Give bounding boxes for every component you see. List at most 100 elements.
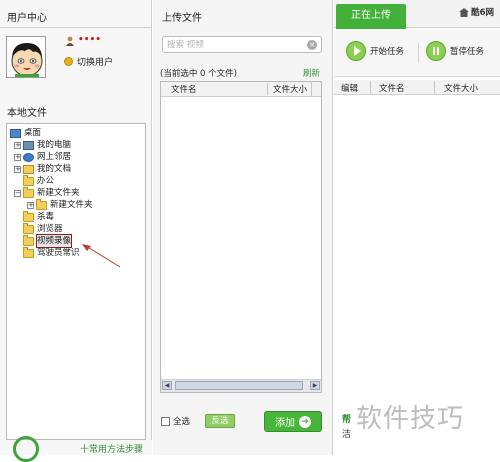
tree-node-label: 网上邻居 [37,152,72,162]
tree-node-browser[interactable]: 浏览器 [23,222,63,235]
folder-icon [23,174,34,186]
tree-node-driver-knowledge[interactable]: 驾驶员常识 [23,246,80,259]
switch-user-icon [64,56,73,66]
tree-node-network[interactable]: + 网上邻居 [14,151,71,163]
tab-uploading[interactable]: 正在上传 [336,4,406,29]
tree-node-label: 驾驶员常识 [37,248,80,258]
column-header-edit[interactable]: 编辑 [341,82,358,94]
expand-icon[interactable]: + [14,153,21,161]
tree-node-label: 视频录像 [35,234,73,248]
task-list[interactable] [334,96,500,402]
tree-node-office[interactable]: 办公 [23,174,55,187]
task-toolbar: 开始任务 暂停任务 [334,29,500,77]
bottom-caption: 十常用方法步骤 [80,445,144,455]
annotation-arrow [80,242,124,270]
refresh-link[interactable]: 刷新 [303,67,320,79]
switch-user-button[interactable]: 切换用户 [64,54,113,68]
expand-icon[interactable]: + [27,201,34,209]
brand-logo[interactable]: 酷6网 [459,5,494,19]
pause-icon [426,41,446,61]
column-divider[interactable] [311,82,312,96]
column-divider[interactable] [267,83,268,95]
folder-icon [23,234,34,246]
username: •••• [78,35,102,45]
tree-node-label: 杀毒 [37,212,55,222]
tree-node-antivirus[interactable]: 杀毒 [23,210,55,223]
column-header-filename[interactable]: 文件名 [379,82,405,94]
home-icon [459,7,470,17]
add-label: 添加 [275,418,295,429]
start-task-label: 开始任务 [370,47,405,57]
user-icon [65,36,75,46]
tree-node-my-computer[interactable]: + 我的电脑 [14,139,71,151]
column-header-filesize[interactable]: 文件大小 [444,82,478,94]
avatar[interactable] [6,36,46,78]
column-divider[interactable] [434,81,435,94]
column-divider[interactable] [370,81,371,94]
network-icon [23,152,34,162]
tree-node-label: 桌面 [24,128,42,138]
tree-node-video-recording[interactable]: 视频录像 [23,234,73,248]
select-all-checkbox[interactable]: 全选 [161,415,190,427]
tab-bar: 正在上传 酷6网 [334,0,500,29]
task-list-header: 编辑 文件名 文件大小 [334,80,500,95]
horizontal-scrollbar[interactable]: ◀ ▶ [161,379,321,392]
tree-node-label: 新建文件夹 [50,200,93,210]
circle-icon [13,436,39,462]
pause-task-label: 暂停任务 [450,47,485,57]
user-panel: 用户中心 •••• 切换用户 本地文件 桌面 + 我的电脑 + 网上邻居 + 我… [0,0,152,455]
arrow-right-icon: ➔ [299,415,311,428]
play-icon [346,41,366,61]
divider [0,27,152,28]
folder-icon [36,198,47,210]
search-box: ✕ [162,36,322,53]
folder-icon [23,186,34,198]
desktop-icon [10,128,21,138]
uploading-panel: 正在上传 酷6网 开始任务 暂停任务 编辑 文件名 文件大小 帮 洁 [334,0,500,455]
tree-node-desktop[interactable]: 桌面 [10,127,41,139]
start-task-button[interactable]: 开始任务 [346,41,404,61]
computer-icon [23,140,34,150]
column-header-filesize[interactable]: 文件大小 [273,83,307,95]
tree-node-label: 我的文档 [37,164,72,174]
tree-node-my-documents[interactable]: + 我的文档 [14,163,71,175]
file-list-header: 文件名 文件大小 [161,82,321,97]
watermark: 软件技巧 [356,404,465,434]
toolbar-divider [418,43,419,63]
invert-selection-button[interactable]: 反选 [205,414,235,428]
local-files-title: 本地文件 [7,108,47,119]
add-button[interactable]: 添加 ➔ [264,411,322,432]
brand-name: 酷6网 [471,8,494,18]
file-tree[interactable]: 桌面 + 我的电脑 + 网上邻居 + 我的文档 办公 − 新建文件夹 + 新建文… [6,123,146,440]
switch-user-label: 切换用户 [77,57,114,68]
expand-icon[interactable]: + [14,165,21,173]
checkbox-box[interactable] [161,416,170,426]
scrollbar-thumb[interactable] [175,381,303,390]
upload-panel: 上传文件 ✕ (当前选中 0 个文件) 刷新 文件名 文件大小 ◀ ▶ 全选 反… [153,0,333,455]
footer-fragment: 帮 [342,415,352,425]
scroll-left-icon[interactable]: ◀ [162,381,172,390]
select-all-label: 全选 [173,417,191,427]
tree-node-new-folder-child[interactable]: + 新建文件夹 [27,198,93,211]
collapse-icon[interactable]: − [14,189,21,197]
tree-node-label: 我的电脑 [37,140,72,150]
scroll-right-icon[interactable]: ▶ [310,381,320,390]
folder-icon [23,210,34,222]
user-center-title: 用户中心 [7,13,47,24]
footer-fragment: 洁 [342,430,352,440]
column-header-filename[interactable]: 文件名 [171,83,197,95]
folder-icon [23,246,34,258]
expand-icon[interactable]: + [14,141,21,149]
tree-node-label: 浏览器 [37,224,63,234]
clear-search-icon[interactable]: ✕ [307,40,317,50]
pause-task-button[interactable]: 暂停任务 [426,41,484,61]
tree-node-new-folder[interactable]: − 新建文件夹 [14,186,80,199]
folder-icon [23,222,34,234]
documents-icon [23,164,34,174]
upload-title: 上传文件 [162,13,202,24]
search-input[interactable] [167,38,305,51]
selected-count: (当前选中 0 个文件) [160,69,237,79]
tree-node-label: 办公 [37,176,55,186]
upload-file-list[interactable]: 文件名 文件大小 ◀ ▶ [160,81,322,393]
tree-node-label: 新建文件夹 [37,188,80,198]
